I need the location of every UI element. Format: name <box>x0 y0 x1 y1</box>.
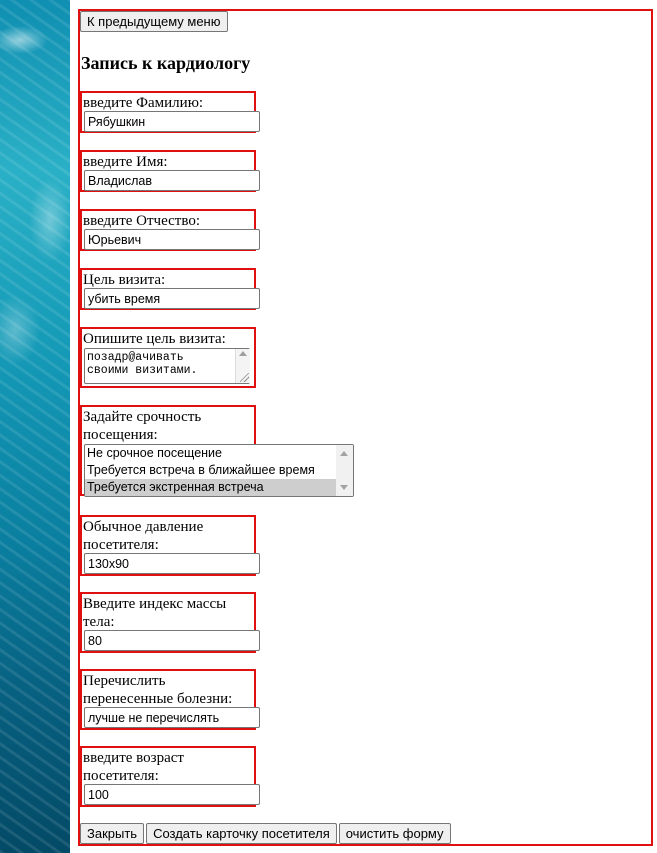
ocean-background-image <box>0 0 70 853</box>
diseases-input[interactable] <box>84 707 260 728</box>
field-first-name: введите Имя: <box>80 150 260 192</box>
scroll-down-arrow-icon[interactable] <box>340 485 348 490</box>
listbox-scrollbar[interactable] <box>336 445 353 496</box>
diseases-label: Перечислить перенесенные болезни: <box>83 673 233 707</box>
form-frame: К предыдущему меню Запись к кардиологу в… <box>78 9 653 846</box>
resize-grip-icon[interactable] <box>240 373 249 382</box>
close-button[interactable]: Закрыть <box>80 823 145 844</box>
patronymic-input[interactable] <box>84 229 260 250</box>
field-pressure: Обычное давление посетителя: <box>80 515 260 576</box>
field-last-name: введите Фамилию: <box>80 91 260 133</box>
urgency-listbox[interactable]: Не срочное посещение Требуется встреча в… <box>84 444 354 497</box>
pressure-input[interactable] <box>84 553 260 574</box>
visit-purpose-input[interactable] <box>84 288 260 309</box>
field-diseases: Перечислить перенесенные болезни: <box>80 669 260 730</box>
last-name-input[interactable] <box>84 111 260 132</box>
last-name-label: введите Фамилию: <box>83 95 204 111</box>
form-actions: Закрыть Создать карточку посетителя очис… <box>80 823 451 844</box>
field-age: введите возраст посетителя: <box>80 746 260 807</box>
scroll-up-arrow-icon[interactable] <box>340 451 348 456</box>
field-visit-purpose: Цель визита: <box>80 268 260 310</box>
page-title: Запись к кардиологу <box>81 53 251 73</box>
field-bmi: Введите индекс массы тела: <box>80 592 260 653</box>
urgency-label: Задайте срочность посещения: <box>83 409 202 443</box>
back-to-menu-button[interactable]: К предыдущему меню <box>80 11 228 32</box>
first-name-label: введите Имя: <box>83 154 168 170</box>
urgency-option[interactable]: Не срочное посещение <box>85 445 338 462</box>
visit-description-textarea[interactable]: позадр@ачивать своими визитами. <box>84 348 250 384</box>
age-label: введите возраст посетителя: <box>83 750 184 784</box>
field-visit-description: Опишите цель визита: позадр@ачивать свои… <box>80 327 256 388</box>
age-input[interactable] <box>84 784 260 805</box>
create-card-button[interactable]: Создать карточку посетителя <box>146 823 337 844</box>
urgency-option[interactable]: Требуется встреча в ближайшее время <box>85 462 338 479</box>
field-patronymic: введите Отчество: <box>80 209 260 251</box>
bmi-label: Введите индекс массы тела: <box>83 596 227 630</box>
bmi-input[interactable] <box>84 630 260 651</box>
visit-purpose-label: Цель визита: <box>83 272 166 288</box>
field-urgency: Задайте срочность посещения: Не срочное п… <box>80 405 354 497</box>
urgency-option-selected[interactable]: Требуется экстренная встреча <box>85 479 338 496</box>
first-name-input[interactable] <box>84 170 260 191</box>
clear-form-button[interactable]: очистить форму <box>338 823 451 844</box>
visit-description-label: Опишите цель визита: <box>83 331 226 347</box>
scroll-up-arrow-icon <box>239 351 247 356</box>
pressure-label: Обычное давление посетителя: <box>83 519 204 553</box>
textarea-scrollbar[interactable] <box>235 349 250 383</box>
patronymic-label: введите Отчество: <box>83 213 200 229</box>
